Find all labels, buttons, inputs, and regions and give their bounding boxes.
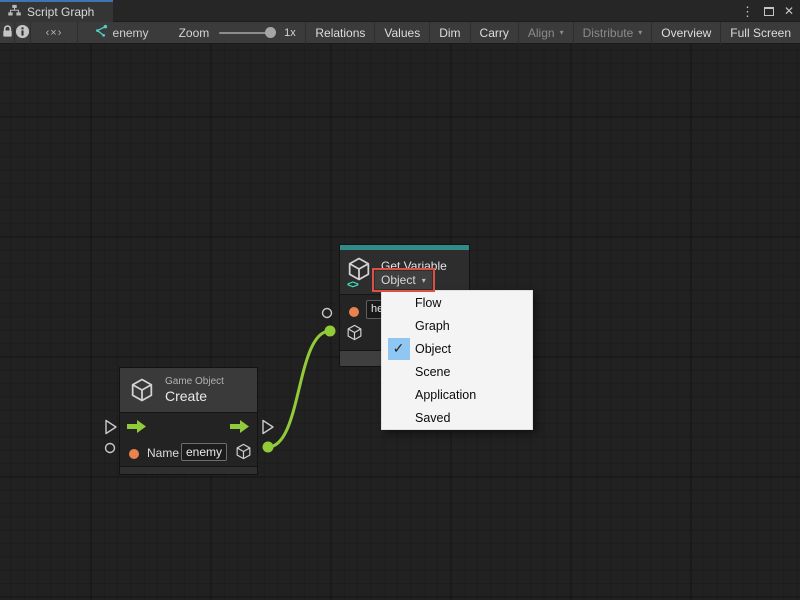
variable-kind-selection-box: Object ▾ — [372, 268, 435, 292]
zoom-label: Zoom — [179, 26, 210, 40]
variable-cube-icon: <> — [345, 255, 375, 289]
flow-out-outer-port[interactable] — [261, 419, 275, 440]
chevron-down-icon: ▾ — [560, 28, 564, 37]
code-view-button[interactable]: ‹×› — [31, 22, 77, 44]
tab-script-graph[interactable]: Script Graph — [0, 0, 113, 22]
window-titlebar: Script Graph ⋮ ✕ — [0, 0, 800, 22]
graph-icon — [94, 24, 108, 41]
lock-button[interactable] — [0, 22, 15, 44]
create-header: Game Object Create — [120, 368, 257, 412]
menu-item-scene[interactable]: Scene — [382, 360, 532, 383]
graph-toolbar: ‹×› enemy Zoom 1x Relations Values Dim C… — [0, 22, 800, 44]
code-brackets-icon: ‹×› — [46, 27, 63, 39]
tab-title: Script Graph — [27, 5, 94, 19]
flow-out-arrow-icon[interactable] — [230, 420, 250, 438]
game-object-output-port-icon[interactable] — [234, 442, 253, 466]
variable-kind-menu: Flow Graph ✓ Object Scene Application Sa… — [381, 290, 533, 430]
name-input-field[interactable]: enemy — [181, 443, 227, 461]
menu-item-object[interactable]: ✓ Object — [382, 337, 532, 360]
lock-icon — [1, 24, 14, 41]
chevron-down-icon: ▾ — [422, 276, 426, 285]
param-label: Name — [147, 446, 179, 460]
name-input-port[interactable] — [129, 449, 139, 459]
zoom-slider-handle[interactable] — [265, 27, 276, 38]
carry-button[interactable]: Carry — [470, 22, 518, 44]
get-variable-name-outer-port[interactable] — [321, 306, 333, 324]
align-button[interactable]: Align▾ — [518, 22, 573, 44]
game-object-cube-icon — [128, 376, 156, 404]
window-menu-icon[interactable]: ⋮ — [741, 5, 754, 18]
check-icon: ✓ — [388, 338, 410, 360]
graph-name-label: enemy — [113, 26, 149, 40]
name-input-port[interactable] — [349, 307, 359, 317]
menu-item-flow[interactable]: Flow — [382, 291, 532, 314]
toolbar-button-cluster: Relations Values Dim Carry Align▾ Distri… — [305, 22, 800, 44]
zoom-slider[interactable] — [219, 32, 273, 34]
code-glyph-icon: <> — [347, 279, 358, 291]
chevron-down-icon: ▾ — [638, 28, 642, 37]
variable-kind-dropdown[interactable]: Object ▾ — [375, 271, 432, 289]
values-button[interactable]: Values — [374, 22, 429, 44]
zoom-value: 1x — [284, 27, 296, 39]
maximize-icon[interactable] — [764, 7, 774, 16]
create-node[interactable]: Game Object Create Name enemy — [119, 367, 258, 475]
object-target-port-icon[interactable] — [345, 323, 364, 347]
close-icon[interactable]: ✕ — [784, 5, 794, 17]
node-category: Game Object — [165, 376, 224, 388]
menu-item-saved[interactable]: Saved — [382, 406, 532, 429]
dim-button[interactable]: Dim — [429, 22, 469, 44]
fullscreen-button[interactable]: Full Screen — [720, 22, 800, 44]
relations-button[interactable]: Relations — [305, 22, 374, 44]
distribute-button[interactable]: Distribute▾ — [573, 22, 652, 44]
create-body: Name enemy — [120, 412, 257, 466]
flow-in-arrow-icon[interactable] — [127, 420, 147, 438]
node-title: Create — [165, 388, 224, 404]
flow-in-outer-port[interactable] — [104, 419, 118, 440]
menu-item-application[interactable]: Application — [382, 383, 532, 406]
menu-item-graph[interactable]: Graph — [382, 314, 532, 337]
graph-name-widget[interactable]: enemy — [94, 24, 149, 41]
overview-button[interactable]: Overview — [651, 22, 720, 44]
hierarchy-icon — [7, 3, 22, 21]
name-outer-port[interactable] — [104, 441, 116, 459]
create-footer — [120, 466, 257, 474]
info-button[interactable] — [15, 22, 31, 44]
info-icon — [15, 24, 30, 42]
